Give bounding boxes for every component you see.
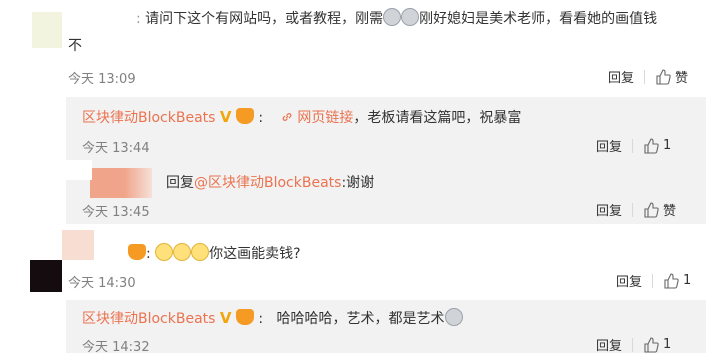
like-label: 赞 (663, 204, 677, 219)
comment-text: : 请问下这个有网站吗，或者教程，刚需 刚好媳妇是美术老师，看看她的画值钱 (136, 8, 657, 29)
comment-time: 今天 13:09 (68, 72, 136, 87)
like-button[interactable]: 1 (643, 137, 672, 154)
reply-time: 今天 13:45 (82, 205, 150, 220)
thumb-up-icon (644, 336, 659, 353)
like-button[interactable]: 1 (663, 272, 692, 289)
reply-text: 区块律动BlockBeats V : 哈哈哈哈，艺术，都是艺术 (82, 308, 463, 329)
divider (644, 69, 646, 84)
avatar-blurred[interactable] (90, 168, 152, 198)
comment-actions: 回复 1 (616, 271, 691, 290)
mention-link[interactable]: @区块律动BlockBeats (194, 175, 341, 191)
verified-v-icon: V (219, 309, 232, 327)
reply-author-link[interactable]: 区块律动BlockBeats (82, 110, 215, 126)
like-count: 1 (663, 337, 672, 352)
member-crown-icon (235, 108, 254, 124)
comment-actions: 回复 赞 (608, 67, 688, 86)
comment-text: : 你这画能卖钱? (128, 243, 301, 264)
reply-text-body: 哈哈哈哈，艺术，都是艺术 (276, 311, 445, 327)
avatar-blurred[interactable] (32, 12, 62, 48)
thumb-up-icon (656, 68, 671, 85)
divider (652, 273, 654, 288)
scared-face-emoji-icon (444, 308, 463, 326)
reply-text: 回复@区块律动BlockBeats:谢谢 (166, 173, 374, 193)
verified-v-icon: V (219, 108, 232, 126)
laugh-cry-emoji-icon (155, 243, 174, 261)
thumb-up-icon (664, 272, 679, 289)
laugh-cry-emoji-icon (173, 243, 192, 261)
comment-text-part2: 刚好媳妇是美术老师，看看她的画值钱 (419, 11, 658, 27)
scared-face-emoji-icon (401, 8, 420, 26)
like-button[interactable]: 1 (643, 336, 672, 353)
reply-button[interactable]: 回复 (616, 271, 642, 290)
reply-time: 今天 14:32 (82, 340, 150, 355)
blur-patch (60, 160, 92, 180)
reply-time: 今天 13:44 (82, 141, 150, 156)
divider (632, 138, 634, 153)
reply-text: 区块律动BlockBeats V : 网页链接，老板请看这篇吧，祝暴富 (82, 108, 522, 126)
divider (632, 202, 634, 217)
web-link[interactable]: 网页链接 (297, 110, 353, 126)
laugh-cry-emoji-icon (191, 243, 210, 261)
like-count: 1 (683, 273, 692, 288)
thumb-up-icon (644, 137, 659, 154)
comment-text-wrap: 不 (68, 38, 82, 54)
reply-author-link[interactable]: 区块律动BlockBeats (82, 311, 215, 327)
comment-time: 今天 14:30 (68, 276, 136, 291)
reply-actions: 回复 1 (596, 335, 671, 354)
like-count: 1 (663, 138, 672, 153)
member-crown-icon (235, 309, 254, 325)
like-label: 赞 (675, 71, 689, 86)
avatar[interactable] (30, 260, 62, 292)
avatar-blurred[interactable] (62, 230, 94, 260)
reply-text-body: ，老板请看这篇吧，祝暴富 (353, 110, 522, 126)
scared-face-emoji-icon (383, 8, 402, 26)
comment-text-body: 你这画能卖钱? (209, 246, 301, 262)
like-button[interactable]: 赞 (643, 200, 676, 219)
thumb-up-icon (644, 201, 659, 218)
like-button[interactable]: 赞 (655, 67, 688, 86)
reply-button[interactable]: 回复 (596, 200, 622, 219)
divider (632, 337, 634, 352)
reply-actions: 回复 1 (596, 136, 671, 155)
reply-actions: 回复 赞 (596, 200, 676, 219)
link-icon (282, 113, 292, 121)
comment-text-part1: 请问下这个有网站吗，或者教程，刚需 (145, 11, 384, 27)
reply-button[interactable]: 回复 (596, 136, 622, 155)
reply-text-body: :谢谢 (341, 175, 375, 191)
reply-button[interactable]: 回复 (608, 67, 634, 86)
reply-button[interactable]: 回复 (596, 335, 622, 354)
member-crown-icon (128, 244, 146, 260)
reply-prefix: 回复 (166, 175, 194, 191)
